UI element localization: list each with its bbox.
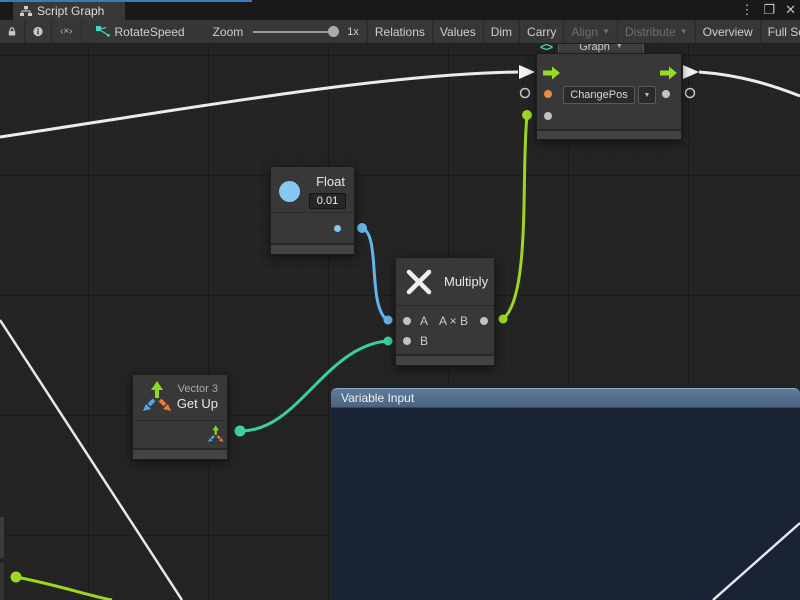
wire-endpoint[interactable] xyxy=(235,426,246,437)
chevron-down-icon: ▼ xyxy=(602,27,610,36)
flow-arrowhead-out xyxy=(683,65,699,79)
port-label-a: A xyxy=(420,314,428,328)
code-view-button[interactable]: ‹×› xyxy=(52,20,82,43)
carry-button[interactable]: Carry xyxy=(520,20,564,43)
offscreen-node-sliver[interactable] xyxy=(0,563,5,600)
wire-getup-to-multiply xyxy=(240,341,387,431)
wire-endpoint[interactable] xyxy=(522,110,532,120)
vector3-node-title: Get Up xyxy=(177,396,218,411)
wire-flow-in xyxy=(0,72,518,137)
info-icon xyxy=(33,25,43,38)
overview-button[interactable]: Overview xyxy=(696,20,761,43)
wire-endpoint[interactable] xyxy=(11,572,22,583)
multiply-output-port[interactable] xyxy=(480,317,488,325)
multiply-icon xyxy=(405,268,433,296)
variable-name-port[interactable] xyxy=(544,90,552,98)
window-controls: ⋮ ❐ ✕ xyxy=(740,0,796,20)
offscreen-node-sliver[interactable] xyxy=(0,517,5,558)
multiply-input-b-port[interactable] xyxy=(403,337,411,345)
dim-button[interactable]: Dim xyxy=(484,20,520,43)
port-label-result: A × B xyxy=(439,314,468,328)
tab-script-graph[interactable]: Script Graph xyxy=(13,2,125,20)
multiply-node[interactable]: Multiply A A × B B xyxy=(395,257,495,366)
wire-multiply-to-setvar xyxy=(503,116,527,319)
float-output-port[interactable] xyxy=(334,225,341,232)
tab-title: Script Graph xyxy=(37,4,104,18)
vector3-getup-node[interactable]: Vector 3 Get Up xyxy=(132,374,228,460)
node-footer xyxy=(133,448,227,459)
code-view-icon: ‹×› xyxy=(60,26,73,37)
output-value-port[interactable] xyxy=(662,90,670,98)
vector3-output-port-icon[interactable] xyxy=(207,425,225,444)
wire-endpoint[interactable] xyxy=(384,316,393,325)
variable-dropdown-arrow-button[interactable]: ▼ xyxy=(638,86,656,104)
chevron-down-icon: ▼ xyxy=(644,92,651,99)
zoom-slider-handle[interactable] xyxy=(328,26,339,37)
float-node-title: Float xyxy=(316,174,345,189)
float-node[interactable]: Float 0.01 xyxy=(270,166,355,255)
lock-icon xyxy=(8,25,16,38)
flow-out-port[interactable] xyxy=(660,66,677,80)
float-value-field[interactable]: 0.01 xyxy=(309,193,346,209)
menu-kebab-icon[interactable]: ⋮ xyxy=(740,2,753,18)
chevron-down-icon: ▼ xyxy=(680,27,688,36)
graph-variable-label: RotateSpeed xyxy=(115,25,185,39)
info-button[interactable] xyxy=(25,20,52,43)
graph-canvas[interactable]: Variable Input xyxy=(0,44,800,600)
zoom-label: Zoom xyxy=(213,25,244,39)
wire-diagonal-right xyxy=(713,523,800,600)
wire-endpoint[interactable] xyxy=(384,337,393,346)
node-footer xyxy=(396,354,494,365)
nested-graph-icon xyxy=(96,26,110,38)
zoom-value: 1x xyxy=(347,26,359,38)
flow-in-port[interactable] xyxy=(543,66,560,80)
distribute-button[interactable]: Distribute ▼ xyxy=(618,20,696,43)
graph-variable-breadcrumb[interactable]: RotateSpeed xyxy=(82,20,193,43)
input-value-port[interactable] xyxy=(544,112,552,120)
wire-flow-out xyxy=(699,72,800,96)
set-variable-node[interactable]: ChangePos ▼ xyxy=(536,53,682,140)
tab-bar: Script Graph ⋮ ❐ ✕ xyxy=(0,0,800,20)
wire-bottom-left xyxy=(16,577,112,600)
wire-endpoint[interactable] xyxy=(357,223,367,233)
wire-float-to-multiply xyxy=(362,228,387,320)
graph-toolbar: ‹×› RotateSpeed Zoom 1x Relations Values… xyxy=(0,20,800,44)
flow-arrowhead-in xyxy=(519,65,535,79)
vector3-icon xyxy=(141,380,174,415)
relations-button[interactable]: Relations xyxy=(368,20,433,43)
full-screen-button[interactable]: Full Screen xyxy=(761,20,800,43)
lock-button[interactable] xyxy=(0,20,25,43)
port-label-b: B xyxy=(420,334,428,348)
zoom-slider[interactable] xyxy=(253,31,337,33)
values-button[interactable]: Values xyxy=(433,20,484,43)
hollow-port[interactable] xyxy=(686,89,695,98)
node-footer xyxy=(271,243,354,254)
variable-dropdown[interactable]: ChangePos xyxy=(563,86,635,104)
graph-hierarchy-icon xyxy=(20,6,32,17)
node-footer xyxy=(537,129,681,139)
float-type-icon xyxy=(279,181,300,202)
close-icon[interactable]: ✕ xyxy=(785,2,796,18)
chevron-down-icon: ▼ xyxy=(616,44,623,50)
script-graph-window: Script Graph ⋮ ❐ ✕ ‹×› xyxy=(0,0,800,600)
multiply-input-a-port[interactable] xyxy=(403,317,411,325)
vector3-type-label: Vector 3 xyxy=(178,383,218,395)
multiply-node-title: Multiply xyxy=(444,274,488,289)
wire-endpoint[interactable] xyxy=(499,315,508,324)
maximize-icon[interactable]: ❐ xyxy=(763,2,775,18)
hollow-port[interactable] xyxy=(521,89,530,98)
align-button[interactable]: Align ▼ xyxy=(564,20,618,43)
wire-diagonal-left xyxy=(0,320,182,600)
zoom-control: Zoom 1x xyxy=(193,20,367,43)
